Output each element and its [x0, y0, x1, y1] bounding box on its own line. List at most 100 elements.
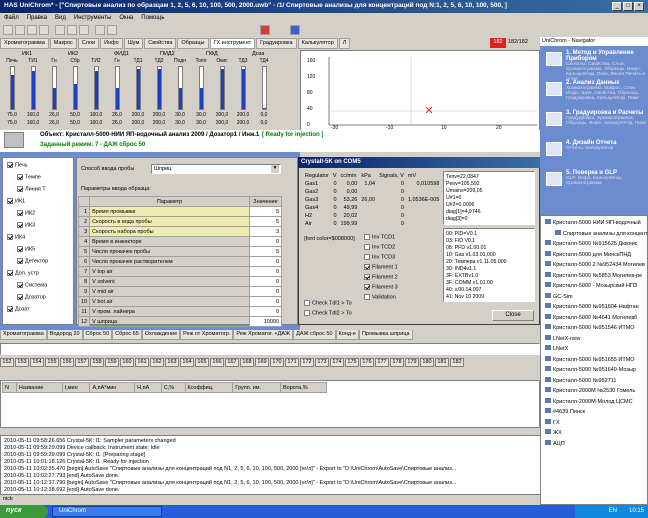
sample-number[interactable]: 176 [360, 358, 374, 367]
param-row[interactable]: 7V top air 0 [77, 266, 282, 277]
sample-number[interactable]: 168 [240, 358, 254, 367]
checkbox[interactable] [364, 244, 370, 250]
signal-plot[interactable]: 160 120 80 40 0 -30 -10 10 20 [300, 50, 540, 132]
sample-number[interactable]: 181 [435, 358, 449, 367]
grid-header[interactable]: Н,пА [134, 382, 162, 393]
mode-tab[interactable]: Сброс 65 [112, 330, 142, 340]
instrument-node[interactable]: GC-Sim [545, 292, 573, 300]
tree-checkbox[interactable] [17, 246, 23, 252]
mode-tab[interactable]: Реж от Хроматогр. [180, 330, 234, 340]
sample-number[interactable]: 155 [45, 358, 59, 367]
tree-node[interactable]: ИК1 [7, 198, 25, 204]
checkbox[interactable] [364, 264, 370, 270]
tdl-item[interactable]: Check Tdl2 > To [304, 310, 352, 320]
reg-cell[interactable]: 0,00 [339, 180, 360, 188]
grid-header[interactable]: Групп. им. [232, 382, 281, 393]
grid-header[interactable]: N [2, 382, 17, 393]
navigator-item[interactable]: 1. Метод и Управление Прибором Сигналы, С… [544, 50, 646, 82]
instrument-node[interactable]: #4639 Пинск [545, 408, 585, 415]
chromatogram-area[interactable] [0, 343, 540, 355]
instrument-node[interactable]: Кристалл-5000 №951604-Нафтан [545, 303, 639, 310]
tab-8[interactable]: Градуировка [256, 38, 297, 49]
checkbox[interactable] [364, 294, 370, 300]
tree-node[interactable]: ИК4 [7, 234, 25, 240]
tree-node[interactable]: Темпе [17, 174, 41, 180]
open-file-icon[interactable] [15, 25, 25, 35]
grid-header[interactable]: А,пА*мин [89, 382, 136, 393]
tab-4[interactable]: Шум [123, 38, 144, 49]
instrument-node[interactable]: Кристалл-5000 НИИ ЯП-водочный [545, 219, 641, 226]
tree-checkbox[interactable] [7, 306, 13, 312]
checkbox[interactable] [364, 274, 370, 280]
navigator-item[interactable]: 4. Дизайн Отчета Отчеты, Калькулятор [544, 140, 646, 156]
tree-node[interactable]: Дозат [7, 306, 30, 312]
mode-tab[interactable]: Промывка шприца [358, 330, 413, 340]
tree-node[interactable]: ИК5 [17, 246, 35, 252]
check-item[interactable]: Filament 2 [364, 274, 404, 284]
mode-tab[interactable]: Хроматограмма [0, 330, 47, 340]
sample-number[interactable]: 153 [15, 358, 29, 367]
tab-10[interactable]: Л [338, 38, 351, 49]
close-button[interactable]: Close [492, 310, 534, 321]
reg-cell[interactable]: 20,02 [339, 212, 360, 220]
menu-item[interactable]: Инструменты [74, 15, 111, 21]
tree-checkbox[interactable] [7, 234, 13, 240]
param-row[interactable]: 1 Время промывки 5 [77, 206, 282, 217]
grid-header[interactable]: Коэффиц. [184, 382, 234, 393]
param-value[interactable]: 3 [249, 226, 282, 237]
instrument-node[interactable]: Кристалл-5000 для МинскПНД [545, 250, 631, 258]
sample-number[interactable]: 174 [330, 358, 344, 367]
menu-item[interactable]: Окна [119, 15, 133, 21]
cut-icon[interactable] [55, 25, 65, 35]
param-row[interactable]: 12 V шприца 10000 [77, 316, 282, 327]
redo-icon[interactable] [107, 25, 117, 35]
param-value[interactable]: 5 [249, 246, 282, 257]
sample-number[interactable]: 156 [60, 358, 74, 367]
param-value[interactable]: 10000 [249, 316, 282, 327]
tree-node[interactable]: ИК3 [17, 222, 35, 228]
close-window-button[interactable]: × [634, 2, 644, 11]
sample-number[interactable]: 164 [180, 358, 194, 367]
sample-number[interactable]: 177 [375, 358, 389, 367]
tree-checkbox[interactable] [7, 198, 13, 204]
check-item[interactable]: Validation [364, 294, 404, 304]
sample-number[interactable]: 166 [210, 358, 224, 367]
sample-number[interactable]: 159 [105, 358, 119, 367]
sample-number[interactable]: 157 [75, 358, 89, 367]
method-select[interactable]: Шприц ▾ [151, 164, 281, 174]
param-row[interactable]: 3 Скорость набора пробы 3 [77, 226, 282, 237]
tree-node[interactable]: Система [17, 282, 47, 288]
instrument-node[interactable]: Кристалл-5000 2 №952434 Могилев [545, 261, 645, 268]
checkbox[interactable] [364, 284, 370, 290]
tree-checkbox[interactable] [17, 174, 23, 180]
param-row[interactable]: 11 V пром. лайнера 0 [77, 306, 282, 317]
check-item[interactable]: Inv TCD3 [364, 254, 404, 264]
instrument-node[interactable]: Кристалл-5000 №951649-Мозыр [545, 366, 636, 373]
sample-number[interactable]: 152 [0, 358, 14, 367]
instrument-tree[interactable]: Кристалл-5000 НИИ ЯП-водочный Спиртовые а… [540, 215, 648, 505]
sample-number[interactable]: 170 [270, 358, 284, 367]
sample-number[interactable]: 167 [225, 358, 239, 367]
taskbar-app-button[interactable]: UniChrom [52, 506, 162, 517]
tree-node[interactable]: Дозатор [17, 294, 46, 300]
save-icon[interactable] [27, 25, 37, 35]
tab-1[interactable]: Макрос [49, 38, 77, 49]
sample-number[interactable]: 160 [120, 358, 134, 367]
tree-checkbox[interactable] [17, 210, 23, 216]
navigator-item[interactable]: 3. Градуировка и Расчеты Градуировка, Хро… [544, 110, 646, 126]
stop-icon[interactable] [260, 25, 270, 35]
tab-9[interactable]: Калькулятор [297, 38, 338, 49]
tree-checkbox[interactable] [17, 294, 23, 300]
start-button[interactable]: пуск [0, 505, 48, 518]
tree-node[interactable]: Печь [7, 162, 28, 168]
tdl-item[interactable]: Check Tdl1 > To [304, 300, 352, 310]
instrument-node[interactable]: Кристалл-5000 №5853 Могилев-ре [545, 271, 642, 279]
menu-item[interactable]: Вид [55, 15, 66, 21]
tab-2[interactable]: Слои [77, 38, 100, 49]
sample-number[interactable]: 169 [255, 358, 269, 367]
grid-header[interactable]: Ворота,% [279, 382, 328, 393]
param-value[interactable]: 0 [249, 236, 282, 247]
param-value[interactable]: 0 [249, 266, 282, 277]
param-row[interactable]: 10 V bot air 0 [77, 296, 282, 307]
reg-cell[interactable]: 0 [331, 180, 339, 188]
